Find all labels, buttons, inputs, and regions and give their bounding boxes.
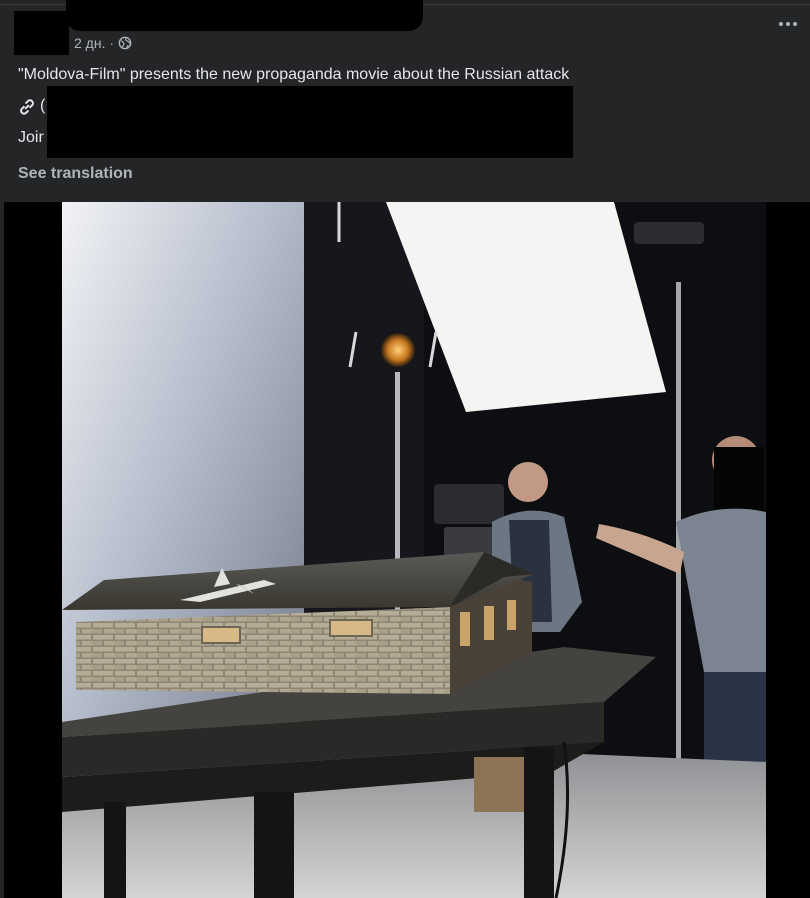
post-link-text[interactable]: ( <box>40 97 45 115</box>
redacted-avatar <box>14 11 69 55</box>
post-join-text: Joir <box>18 129 44 146</box>
redacted-author-name <box>66 0 423 31</box>
post-caption: "Moldova-Film" presents the new propagan… <box>18 66 570 83</box>
more-options-button[interactable] <box>775 14 801 34</box>
more-options-icon <box>779 22 783 26</box>
post-photo[interactable] <box>4 202 810 898</box>
post-meta: 2 дн. · <box>74 33 132 53</box>
redacted-link-block <box>47 86 573 158</box>
link-icon <box>20 99 34 115</box>
see-translation-link[interactable]: See translation <box>18 165 133 183</box>
post-timestamp[interactable]: 2 дн. · <box>74 35 114 51</box>
facebook-post: 2 дн. · "Moldova-Film" presents the new … <box>0 0 810 898</box>
globe-icon <box>118 36 132 50</box>
film-set-photo <box>4 202 810 898</box>
